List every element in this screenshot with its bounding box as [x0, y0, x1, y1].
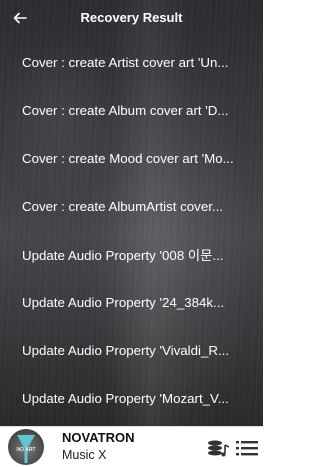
- app-header: Recovery Result: [0, 0, 263, 38]
- list-item[interactable]: Cover : create Album cover art 'D...: [0, 86, 263, 134]
- svg-text:NO ART: NO ART: [17, 447, 36, 453]
- list-item-label: Update Audio Property '24_384k...: [22, 294, 225, 310]
- list-item[interactable]: Update Audio Property '24_384k...: [0, 278, 263, 326]
- list-item[interactable]: Cover : create Artist cover art 'Un...: [0, 38, 263, 86]
- list-menu-icon: [236, 441, 258, 456]
- mini-player[interactable]: NO ART NOVATRON Music X: [0, 426, 263, 467]
- novatron-logo-icon: NO ART: [17, 435, 36, 463]
- list-item-label: Cover : create Album cover art 'D...: [22, 102, 229, 118]
- list-item[interactable]: Update Audio Property '008 이문...: [0, 230, 263, 278]
- list-item-label: Update Audio Property 'Mozart_V...: [22, 390, 229, 406]
- page-title: Recovery Result: [80, 10, 183, 25]
- now-playing-subtitle: Music X: [62, 448, 107, 462]
- list-item-label: Update Audio Property 'Vivaldi_R...: [22, 342, 230, 358]
- list-item-label: Cover : create AlbumArtist cover...: [22, 198, 224, 214]
- list-item[interactable]: Update Audio Property 'Vivaldi_R...: [0, 326, 263, 374]
- recovery-result-screen: Recovery Result Cover : create Artist co…: [0, 0, 263, 467]
- playlist-queue-icon: [208, 440, 230, 457]
- queue-button[interactable]: [207, 437, 231, 459]
- list-item[interactable]: Cover : create AlbumArtist cover...: [0, 182, 263, 230]
- list-item-label: Update Audio Property '008 이문...: [22, 247, 224, 263]
- list-item[interactable]: Cover : create Mood cover art 'Mo...: [0, 134, 263, 182]
- album-art[interactable]: NO ART: [8, 429, 44, 465]
- result-list: Cover : create Artist cover art 'Un... C…: [0, 38, 263, 422]
- list-item-label: Cover : create Artist cover art 'Un...: [22, 54, 229, 70]
- now-playing-title: NOVATRON: [62, 430, 135, 445]
- list-item[interactable]: Update Audio Property 'Mozart_V...: [0, 374, 263, 422]
- list-item-label: Cover : create Mood cover art 'Mo...: [22, 150, 234, 166]
- menu-button[interactable]: [236, 439, 258, 457]
